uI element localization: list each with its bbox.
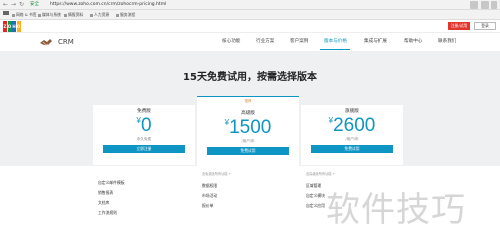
recommended-badge: 推荐 (244, 99, 252, 103)
reload-icon[interactable]: ↻ (19, 1, 24, 9)
nav-customer-cases[interactable]: 客户案例 (290, 39, 308, 45)
back-arrow-icon[interactable]: ← (3, 1, 8, 9)
bookmark-item[interactable]: 网络 & 书签 (12, 12, 37, 17)
zoho-logo-letter: H (12, 21, 16, 32)
bookmark-item[interactable]: 服务流程 (116, 12, 135, 17)
url-field[interactable]: https://www.zoho.com.cn/crm/zohocrm-pric… (50, 2, 166, 8)
price-value: 1500 (229, 117, 272, 138)
crm-handshake-icon (40, 39, 52, 46)
zoho-logo-letter: Z (3, 21, 7, 32)
price-value: 2600 (333, 115, 376, 136)
feature-item: 报价单 (202, 203, 214, 208)
nav-help-center[interactable]: 帮助中心 (404, 39, 422, 45)
bookmarks-bar: 网络 & 书签 媒体与系统 情报资料 人力资源 服务流程 (0, 10, 500, 20)
apps-grid-icon[interactable] (3, 11, 9, 17)
page-title: 15天免费试用，按需选择版本 (183, 72, 317, 83)
feature-caption: 含免费版所有功能 + (202, 172, 232, 176)
crm-brand-label[interactable]: CRM (58, 38, 74, 46)
plan-cta-button[interactable]: 免费试用 (207, 147, 289, 155)
zoho-logo[interactable]: Z O H O (3, 21, 21, 32)
plan-note: /用户/年 (241, 139, 255, 143)
feature-item: 自定义应用 (306, 203, 325, 208)
extension-icon[interactable] (481, 1, 489, 9)
signup-button[interactable]: 注册/试用 (448, 22, 470, 30)
feature-column-free: 自定义邮件模板 销售报表 文档库 工作流规则 (93, 166, 195, 249)
feature-column-premium: 含免费版所有功能 + 数据权限 市场活动 报价单 (197, 166, 299, 249)
extension-icon[interactable] (470, 1, 478, 9)
feature-caption: 含高级版所有功能 + (306, 172, 336, 176)
plan-note: /用户/年 (345, 137, 359, 141)
nav-editions-pricing[interactable]: 版本与价格 (324, 39, 347, 45)
feature-item: 自定义模块 (306, 193, 325, 198)
nav-contact-us[interactable]: 联系我们 (438, 39, 456, 45)
plan-card-free: 免费版 ¥0 永久免费 立即注册 (93, 105, 195, 165)
plan-note: 永久免费 (136, 137, 152, 141)
nav-integrations[interactable]: 集成与扩展 (364, 39, 387, 45)
watermark: 软件技巧 (326, 190, 466, 230)
browser-address-bar: ← → ↻ 安全 https://www.zoho.com.cn/crm/zoh… (0, 0, 500, 10)
zoho-logo-letter: O (16, 21, 21, 32)
feature-item: 销售报表 (98, 190, 114, 195)
plan-card-premium: 推荐 高级版 ¥1500 /用户/年 免费试用 (197, 96, 299, 168)
plan-price: ¥2600 (301, 116, 403, 136)
feature-item: 自定义邮件模板 (98, 180, 125, 185)
bookmark-item[interactable]: 媒体与系统 (38, 12, 61, 17)
feature-item: 文档库 (98, 200, 110, 205)
login-button[interactable]: 登录 (474, 22, 496, 30)
bookmark-item[interactable]: 人力资源 (90, 12, 109, 17)
plan-cta-button[interactable]: 免费试用 (311, 145, 393, 153)
plan-cta-button[interactable]: 立即注册 (103, 145, 185, 153)
plan-price: ¥0 (93, 116, 195, 136)
bookmark-item[interactable]: 情报资料 (64, 12, 83, 17)
secure-label: 安全 (30, 2, 39, 7)
plan-price: ¥1500 (197, 118, 299, 138)
plan-card-ultimate: 旗舰版 ¥2600 /用户/年 免费试用 (301, 105, 403, 165)
feature-item: 工作流规则 (98, 210, 117, 215)
zoho-top-bar: Z O H O 注册/试用 登录 (0, 20, 500, 33)
crm-header: CRM 核心功能 行业方案 客户案例 版本与价格 集成与扩展 帮助中心 联系我们 (0, 33, 500, 51)
zoho-logo-letter: O (7, 21, 12, 32)
nav-core-features[interactable]: 核心功能 (222, 39, 240, 45)
forward-arrow-icon[interactable]: → (11, 1, 16, 9)
feature-item: 数据权限 (202, 183, 218, 188)
active-nav-indicator (320, 49, 350, 51)
feature-item: 市场活动 (202, 193, 218, 198)
menu-icon[interactable] (491, 1, 497, 9)
price-value: 0 (140, 115, 152, 136)
feature-item: 区域管理 (306, 183, 322, 188)
nav-industry-solutions[interactable]: 行业方案 (256, 39, 274, 45)
